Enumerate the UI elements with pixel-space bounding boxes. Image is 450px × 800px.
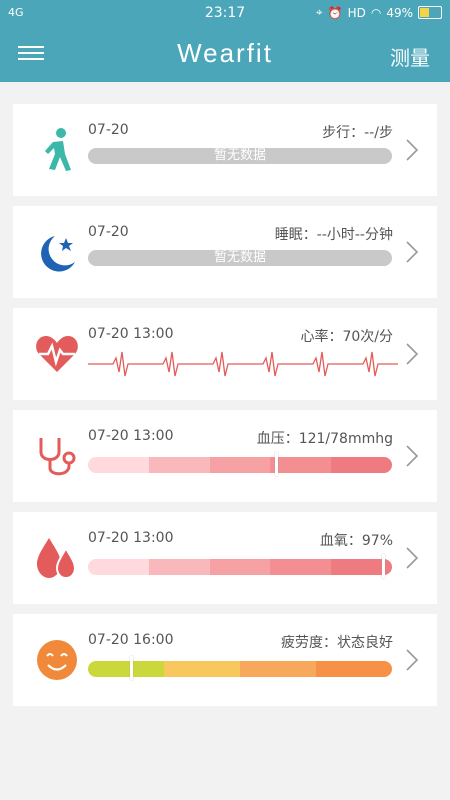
fatigue-value: 疲劳度：状态良好 bbox=[281, 635, 393, 651]
heart-pulse-icon bbox=[36, 336, 78, 372]
app-title: Wearfit bbox=[177, 38, 273, 68]
blood-drops-icon bbox=[37, 538, 77, 580]
measure-button[interactable]: 测量 bbox=[390, 42, 430, 71]
level-bar-segment bbox=[88, 661, 164, 677]
walking-person-icon bbox=[45, 128, 71, 171]
pressure-value: 血压：121/78mmhg bbox=[256, 431, 393, 447]
chevron-right-icon bbox=[406, 445, 419, 467]
fatigue-level-marker bbox=[129, 656, 133, 680]
chevron-right-icon bbox=[406, 241, 419, 263]
sleep-empty-bar: 暂无数据 bbox=[88, 250, 392, 266]
stethoscope-icon bbox=[39, 438, 76, 476]
level-bar-segment bbox=[316, 661, 392, 677]
pressure-level-marker bbox=[275, 452, 279, 476]
steps-date: 07-20 bbox=[88, 122, 129, 138]
app-header: Wearfit 测量 bbox=[0, 28, 450, 82]
pressure-date: 07-20 13:00 bbox=[88, 428, 174, 444]
alarm-icon: ⏰ bbox=[327, 5, 343, 20]
fatigue-date: 07-20 16:00 bbox=[88, 632, 174, 648]
fatigue-level-bar bbox=[88, 661, 392, 677]
level-bar-segment bbox=[164, 661, 240, 677]
sleep-card[interactable]: 07-20 睡眠：--小时--分钟 暂无数据 bbox=[13, 206, 437, 298]
wifi-icon: ◠ bbox=[370, 5, 382, 20]
blood-oxygen-card[interactable]: 07-20 13:00 血氧：97% bbox=[13, 512, 437, 604]
sleep-value: 睡眠：--小时--分钟 bbox=[274, 227, 393, 243]
level-bar-segment bbox=[270, 559, 332, 575]
level-bar-segment bbox=[88, 457, 149, 473]
chevron-right-icon bbox=[406, 139, 419, 161]
level-bar-segment bbox=[148, 457, 210, 473]
battery-percent: 49% bbox=[386, 5, 413, 20]
steps-value: 步行：--/步 bbox=[322, 125, 393, 141]
heart-value: 心率：70次/分 bbox=[300, 329, 393, 345]
heart-rate-card[interactable]: 07-20 13:00 心率：70次/分 bbox=[13, 308, 437, 400]
oxygen-level-marker bbox=[381, 554, 385, 578]
oxygen-value: 血氧：97% bbox=[319, 533, 393, 549]
status-right-group: ⌖ ⏰ HD ◠ 49% bbox=[316, 5, 442, 20]
moon-star-icon bbox=[41, 236, 75, 272]
chevron-right-icon bbox=[406, 649, 419, 671]
pressure-level-bar bbox=[88, 457, 392, 473]
smiley-face-icon bbox=[37, 640, 77, 680]
sleep-date: 07-20 bbox=[88, 224, 129, 240]
location-icon: ⌖ bbox=[315, 5, 323, 19]
level-bar-segment bbox=[88, 559, 149, 575]
level-bar-segment bbox=[331, 457, 392, 473]
oxygen-level-bar bbox=[88, 559, 392, 575]
steps-card[interactable]: 07-20 步行：--/步 暂无数据 bbox=[13, 104, 437, 196]
fatigue-card[interactable]: 07-20 16:00 疲劳度：状态良好 bbox=[13, 614, 437, 706]
battery-icon bbox=[418, 6, 442, 19]
level-bar-segment bbox=[270, 457, 332, 473]
status-bar: 4G 23:17 ⌖ ⏰ HD ◠ 49% bbox=[0, 0, 450, 28]
ecg-waveform bbox=[88, 351, 398, 377]
level-bar-segment bbox=[240, 661, 316, 677]
hd-badge: HD bbox=[347, 5, 366, 20]
heart-date: 07-20 13:00 bbox=[88, 326, 174, 342]
level-bar-segment bbox=[209, 457, 271, 473]
level-bar-segment bbox=[148, 559, 210, 575]
chevron-right-icon bbox=[406, 547, 419, 569]
chevron-right-icon bbox=[406, 343, 419, 365]
oxygen-date: 07-20 13:00 bbox=[88, 530, 174, 546]
steps-empty-bar: 暂无数据 bbox=[88, 148, 392, 164]
level-bar-segment bbox=[209, 559, 271, 575]
blood-pressure-card[interactable]: 07-20 13:00 血压：121/78mmhg bbox=[13, 410, 437, 502]
